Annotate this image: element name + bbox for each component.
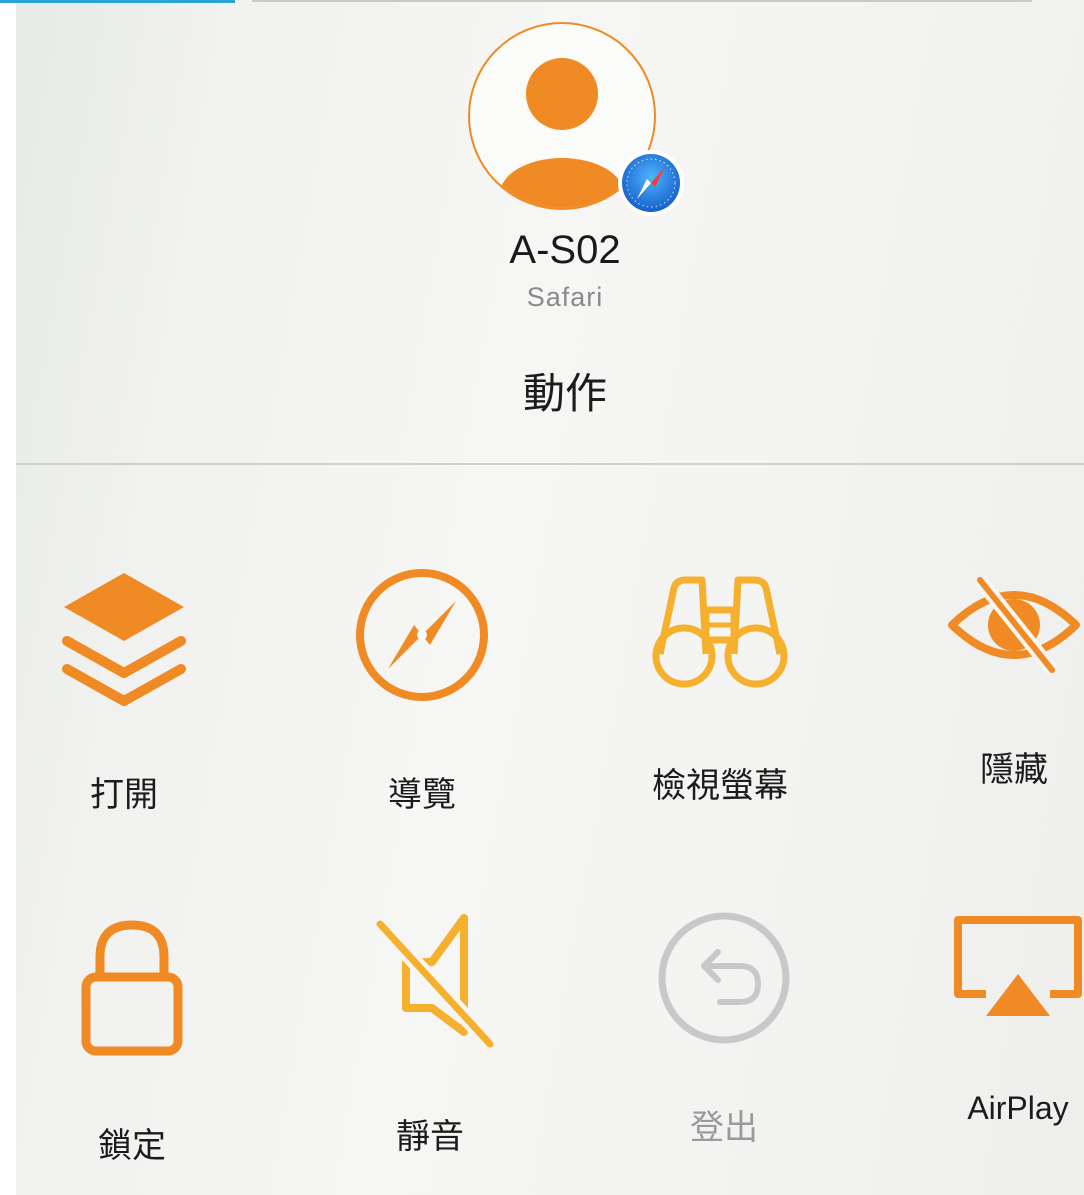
device-avatar (468, 22, 684, 216)
action-airplay[interactable]: AirPlay (918, 912, 1084, 1127)
action-navigate[interactable]: 導覽 (322, 565, 522, 816)
top-indicator-bar (0, 0, 235, 3)
section-title: 動作 (522, 369, 607, 418)
avatar-body (500, 158, 624, 208)
action-hide-label: 隱藏 (980, 750, 1048, 790)
layers-icon (62, 573, 186, 706)
logout-arrow-icon (658, 912, 790, 1044)
device-name: A-S02 (509, 228, 621, 272)
speaker-muted-icon (374, 914, 496, 1050)
action-lock-label: 鎖定 (98, 1126, 166, 1166)
airplay-icon (954, 916, 1082, 1016)
action-logout[interactable]: 登出 (624, 908, 824, 1149)
action-mute[interactable]: 靜音 (330, 912, 530, 1158)
action-open[interactable]: 打開 (24, 565, 224, 816)
safari-compass-icon (618, 150, 684, 216)
action-logout-label: 登出 (690, 1108, 758, 1148)
action-airplay-label: AirPlay (967, 1090, 1069, 1126)
top-divider-bar (252, 0, 1032, 2)
action-hide[interactable]: 隱藏 (914, 570, 1084, 791)
eye-slash-icon (948, 575, 1080, 675)
action-mute-label: 靜音 (396, 1117, 464, 1157)
action-open-label: 打開 (90, 775, 158, 815)
avatar-head (526, 58, 598, 130)
action-navigate-label: 導覽 (388, 775, 456, 815)
photo-edge (0, 0, 16, 1195)
action-lock[interactable]: 鎖定 (32, 915, 232, 1167)
action-view-screen-label: 檢視螢幕 (652, 766, 788, 806)
section-divider (16, 463, 1084, 465)
device-app-name: Safari (526, 282, 604, 312)
compass-icon (356, 569, 488, 701)
action-view-screen[interactable]: 檢視螢幕 (620, 570, 820, 807)
binoculars-icon (652, 576, 788, 688)
lock-icon (81, 920, 183, 1056)
